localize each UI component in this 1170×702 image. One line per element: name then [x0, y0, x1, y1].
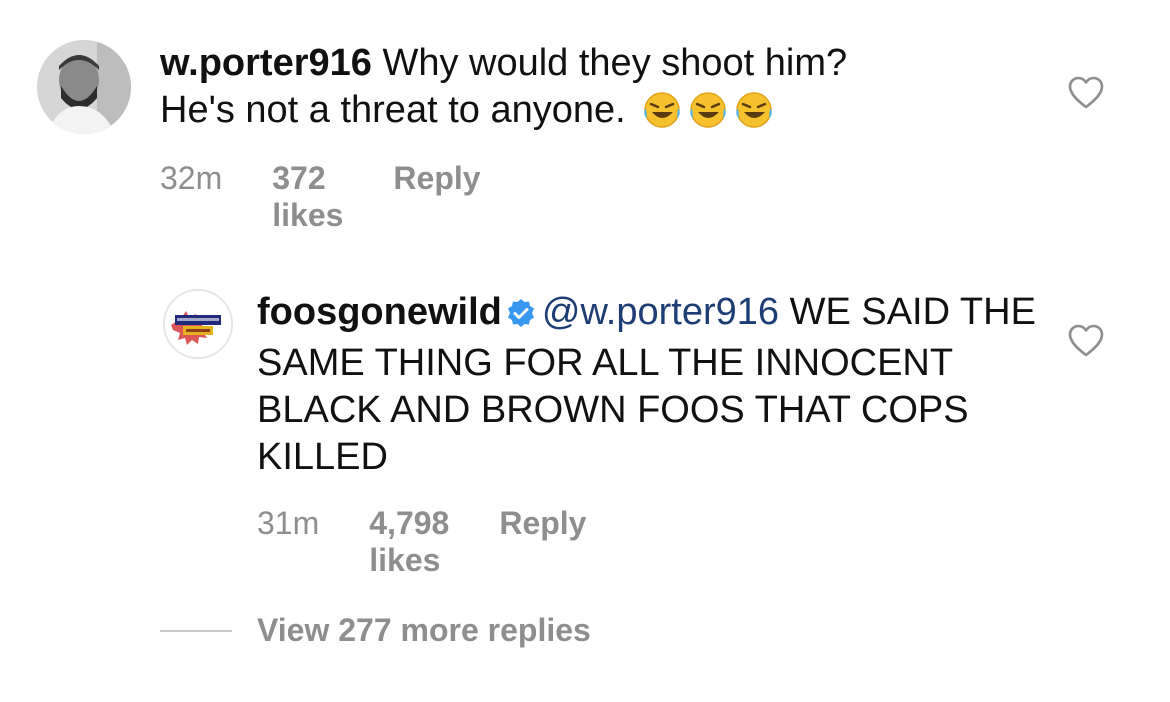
divider — [160, 629, 232, 632]
reply-button[interactable]: Reply — [499, 505, 586, 579]
laughing-emoji-icon — [642, 90, 682, 142]
comment-line-2: He's not a threat to anyone. — [160, 89, 626, 131]
avatar[interactable] — [37, 40, 131, 134]
verified-badge-icon — [506, 293, 536, 340]
username[interactable]: foosgonewild — [257, 291, 502, 333]
comment-text: foosgonewild @w.porter916 WE SAID THE SAM… — [257, 289, 1037, 481]
timestamp: 31m — [257, 505, 320, 541]
username[interactable]: w.porter916 — [160, 42, 372, 84]
view-more-replies-label[interactable]: View 277 more replies — [257, 612, 591, 649]
laughing-emoji-icon — [688, 90, 728, 142]
likes-count[interactable]: 4,798 likes — [369, 505, 449, 579]
comment-text: w.porter916 Why would they shoot him? He… — [160, 40, 990, 142]
laughing-emoji-icon — [734, 90, 774, 142]
view-more-replies[interactable]: View 277 more replies — [160, 612, 591, 649]
mention-link[interactable]: @w.porter916 — [542, 291, 779, 333]
avatar[interactable] — [163, 289, 233, 359]
comment-meta: 31m 4,798 likes Reply — [257, 505, 586, 579]
avatar-photo-icon — [37, 40, 131, 134]
heart-icon[interactable] — [1068, 76, 1104, 110]
reply-button[interactable]: Reply — [393, 160, 480, 234]
likes-count[interactable]: 372 likes — [272, 160, 343, 234]
heart-icon[interactable] — [1068, 324, 1104, 358]
comment-line-1: Why would they shoot him? — [382, 42, 848, 84]
foosgonewild-logo-icon — [165, 291, 231, 357]
comment-meta: 32m 372 likes Reply — [160, 160, 481, 234]
timestamp: 32m — [160, 160, 223, 196]
